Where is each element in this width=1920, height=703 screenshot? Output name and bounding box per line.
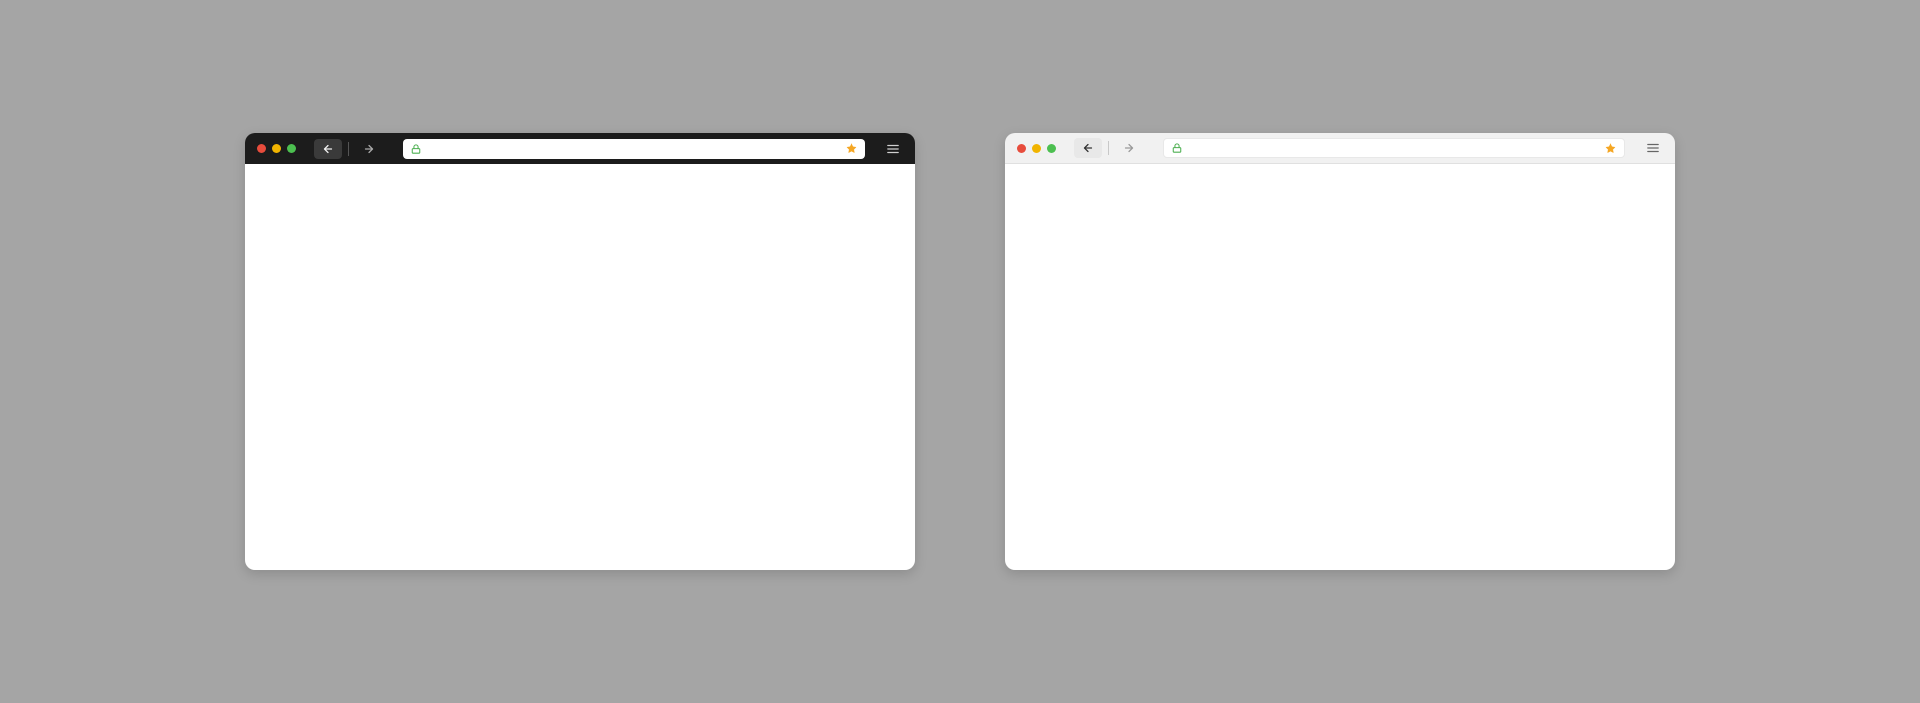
lock-icon — [411, 144, 421, 154]
minimize-button[interactable] — [272, 144, 281, 153]
arrow-right-icon — [363, 143, 375, 155]
browser-viewport — [1005, 164, 1675, 570]
browser-viewport — [245, 164, 915, 570]
traffic-lights — [1017, 144, 1056, 153]
menu-button[interactable] — [1643, 138, 1663, 158]
address-input[interactable] — [421, 143, 846, 155]
star-icon[interactable] — [846, 143, 857, 154]
browser-toolbar — [1005, 133, 1675, 164]
navigation-buttons — [314, 139, 383, 159]
menu-button[interactable] — [883, 139, 903, 159]
address-bar[interactable] — [403, 139, 865, 159]
forward-button[interactable] — [355, 139, 383, 159]
lock-icon — [1172, 143, 1182, 153]
arrow-left-icon — [322, 143, 334, 155]
browser-window-light — [1005, 133, 1675, 570]
maximize-button[interactable] — [1047, 144, 1056, 153]
browser-toolbar — [245, 133, 915, 164]
traffic-lights — [257, 144, 296, 153]
address-input[interactable] — [1182, 142, 1605, 154]
arrow-left-icon — [1082, 142, 1094, 154]
nav-divider — [1108, 141, 1109, 155]
close-button[interactable] — [257, 144, 266, 153]
close-button[interactable] — [1017, 144, 1026, 153]
browser-window-dark — [245, 133, 915, 570]
back-button[interactable] — [1074, 138, 1102, 158]
address-bar[interactable] — [1163, 138, 1625, 158]
arrow-right-icon — [1123, 142, 1135, 154]
navigation-buttons — [1074, 138, 1143, 158]
maximize-button[interactable] — [287, 144, 296, 153]
hamburger-icon — [886, 142, 900, 156]
nav-divider — [348, 142, 349, 156]
hamburger-icon — [1646, 141, 1660, 155]
star-icon[interactable] — [1605, 143, 1616, 154]
minimize-button[interactable] — [1032, 144, 1041, 153]
back-button[interactable] — [314, 139, 342, 159]
forward-button[interactable] — [1115, 138, 1143, 158]
